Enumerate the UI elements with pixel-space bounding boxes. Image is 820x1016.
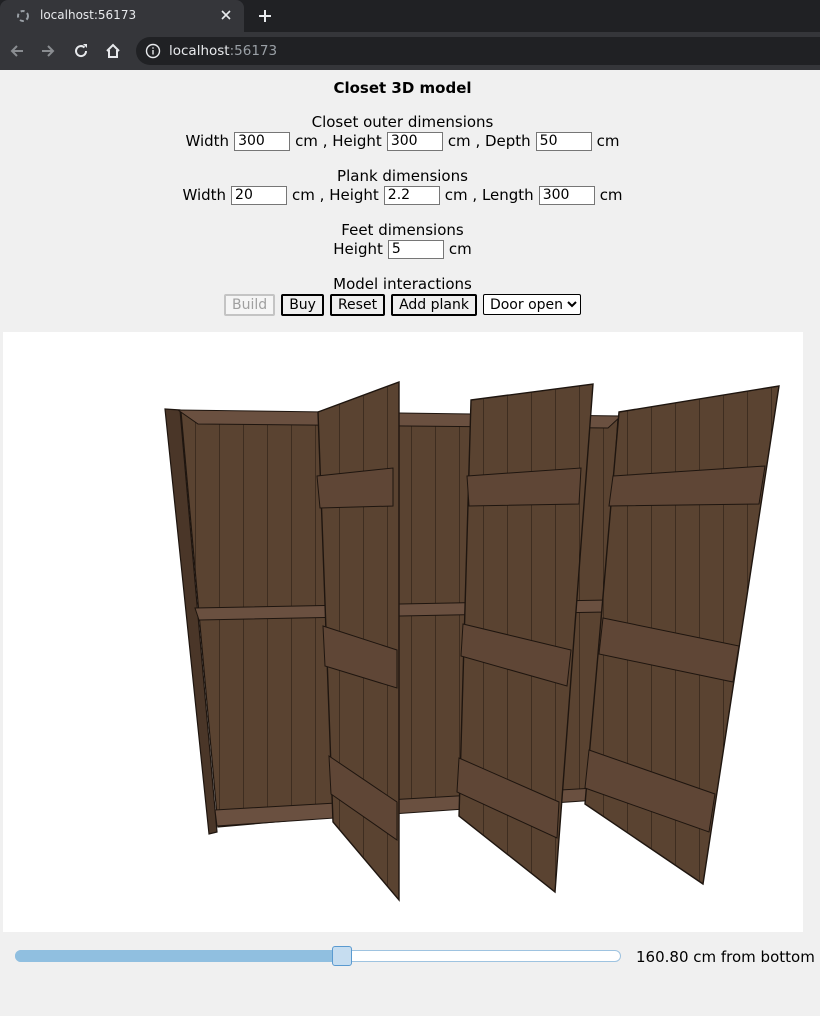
reload-icon[interactable] [71,41,91,61]
model-interactions-section: Model interactions Build Buy Reset Add p… [0,275,805,316]
outer-dimensions-section: Closet outer dimensions Width cm , Heigh… [0,113,805,151]
plank-unit-label: cm [599,186,623,204]
browser-toolbar: localhost:56173 [0,32,820,70]
plank-width-label: Width [182,186,227,204]
page-content: Closet 3D model Closet outer dimensions … [0,70,820,1016]
closet-door-1[interactable] [316,380,400,902]
loading-favicon-icon [17,10,29,22]
outer-dimensions-heading: Closet outer dimensions [311,113,494,131]
close-tab-icon[interactable] [218,7,234,23]
outer-width-input[interactable] [234,131,291,151]
plank-dimensions-heading: Plank dimensions [337,167,468,185]
back-icon[interactable] [7,41,27,61]
closet-door-3[interactable] [584,385,780,886]
page-title: Closet 3D model [333,79,472,97]
3d-viewport[interactable] [3,332,803,932]
feet-height-label: Height [333,240,383,258]
plank-width-input[interactable] [231,185,288,205]
outer-unit-label: cm [596,132,620,150]
home-icon[interactable] [103,41,123,61]
add-plank-button[interactable]: Add plank [391,293,477,316]
tab-title: localhost:56173 [40,8,137,22]
door-state-select[interactable]: Door open [482,294,581,315]
new-tab-icon[interactable] [256,7,274,25]
info-icon[interactable] [145,43,161,59]
plank-height-label: cm , Height [292,186,379,204]
forward-icon[interactable] [38,41,58,61]
slider-thumb[interactable] [332,946,352,966]
slider-value-label: 160.80 cm from bottom [636,948,815,966]
browser-tab[interactable]: localhost:56173 [0,0,244,32]
build-button[interactable]: Build [224,293,276,316]
address-bar[interactable]: localhost:56173 [136,37,820,65]
buy-button[interactable]: Buy [281,293,324,316]
plank-length-input[interactable] [538,185,595,205]
closet-door-2[interactable] [456,383,594,894]
outer-width-label: Width [185,132,230,150]
slider-fill [15,950,342,962]
outer-depth-label: cm , Depth [447,132,531,150]
plank-length-label: cm , Length [444,186,534,204]
feet-unit-label: cm [448,240,472,258]
reset-button[interactable]: Reset [329,293,386,316]
url-text: localhost:56173 [169,43,278,59]
model-interactions-heading: Model interactions [333,275,472,293]
browser-tab-bar: localhost:56173 [0,0,820,32]
plank-dimensions-section: Plank dimensions Width cm , Height cm , … [0,167,805,205]
plank-height-input[interactable] [383,185,440,205]
closet-3d-render[interactable] [3,332,803,932]
outer-height-input[interactable] [386,131,443,151]
shelf-height-slider[interactable] [15,946,621,966]
feet-dimensions-heading: Feet dimensions [341,221,464,239]
outer-depth-input[interactable] [535,131,592,151]
outer-height-label: cm , Height [295,132,382,150]
feet-height-input[interactable] [387,239,444,259]
feet-dimensions-section: Feet dimensions Height cm [0,221,805,259]
